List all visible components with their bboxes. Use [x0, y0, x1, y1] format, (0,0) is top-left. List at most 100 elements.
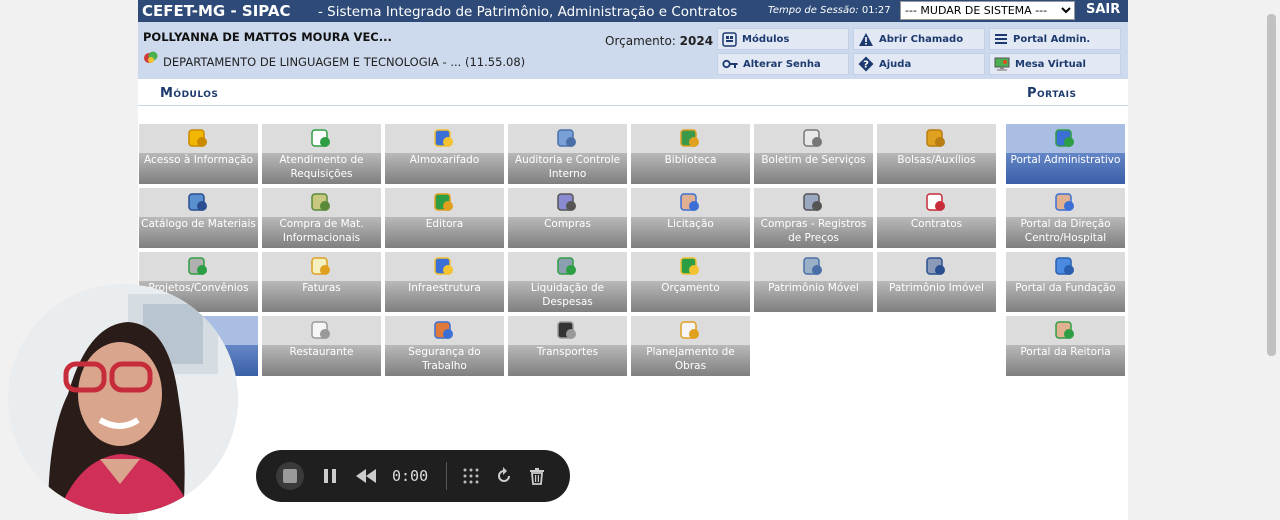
tile-portal-da-direcao-centro-hospital[interactable]: Portal da Direção Centro/Hospital [1006, 188, 1125, 248]
tile-label: Auditoria e Controle Interno [514, 154, 621, 180]
app-subtitle: - Sistema Integrado de Patrimônio, Admin… [318, 4, 738, 20]
tile-bolsas-auxilios[interactable]: Bolsas/Auxílios [877, 124, 996, 184]
help-button[interactable]: ? Ajuda [853, 53, 985, 75]
tile-boletim-de-servicos[interactable]: Boletim de Serviços [754, 124, 873, 184]
tile-label: Restaurante [289, 346, 354, 358]
budget-year-value: 2024 [679, 34, 714, 48]
tile-orcamento[interactable]: Orçamento [631, 252, 750, 312]
tile-almoxarifado[interactable]: Almoxarifado [385, 124, 504, 184]
session-timer: Tempo de Sessão: 01:27 [768, 5, 891, 16]
virtual-desk-label: Mesa Virtual [1015, 58, 1086, 70]
pause-button[interactable] [316, 462, 344, 490]
session-label: Tempo de Sessão: [768, 5, 859, 16]
recorder-divider [446, 462, 447, 490]
tile-faturas[interactable]: Faturas [262, 252, 381, 312]
tile-biblioteca[interactable]: Biblioteca [631, 124, 750, 184]
person-icon [1053, 318, 1077, 342]
tile-restaurante[interactable]: Restaurante [262, 316, 381, 376]
restart-button[interactable] [490, 462, 518, 490]
admin-portal-label: Portal Admin. [1013, 33, 1091, 45]
help-icon: ? [858, 56, 874, 72]
tile-editora[interactable]: Editora [385, 188, 504, 248]
catalog-icon [186, 190, 210, 214]
tile-label: Infraestrutura [408, 282, 481, 294]
open-ticket-button[interactable]: Abrir Chamado [853, 28, 985, 50]
tile-label: Editora [425, 218, 464, 230]
tile-transportes[interactable]: Transportes [508, 316, 627, 376]
planning-icon [678, 318, 702, 342]
warning-icon [859, 32, 873, 46]
tile-label: Orçamento [661, 282, 720, 294]
page-scrollbar[interactable] [1263, 0, 1280, 520]
people-icon [1053, 190, 1077, 214]
dots-grid-icon [463, 468, 479, 484]
tile-portal-da-reitoria[interactable]: Portal da Reitoria [1006, 316, 1125, 376]
wheel-icon [555, 318, 579, 342]
sipac-window: CEFET-MG - SIPAC - Sistema Integrado de … [138, 0, 1128, 520]
safety-worker-icon [432, 318, 456, 342]
stop-icon [276, 462, 304, 490]
folder-icon [924, 126, 948, 150]
tile-label: Boletim de Serviços [761, 154, 866, 166]
tile-patrimonio-imovel[interactable]: Patrimônio Imóvel [877, 252, 996, 312]
tile-compra-de-mat-informacionais[interactable]: Compra de Mat. Informacionais [262, 188, 381, 248]
delete-button[interactable] [523, 462, 551, 490]
change-password-label: Alterar Senha [743, 58, 821, 70]
people-icon [678, 190, 702, 214]
virtual-desk-button[interactable]: Mesa Virtual [989, 53, 1121, 75]
system-select[interactable]: --- MUDAR DE SISTEMA --- [900, 1, 1075, 20]
modules-button[interactable]: Módulos [717, 28, 849, 50]
department-icon[interactable] [143, 49, 159, 65]
admin-portal-button[interactable]: Portal Admin. [989, 28, 1121, 50]
price-register-icon [801, 190, 825, 214]
menu-icon [995, 34, 1007, 44]
recording-time: 0:00 [392, 467, 429, 485]
tile-label: Compra de Mat. Informacionais [279, 218, 364, 244]
tile-label: Portal Administrativo [1010, 154, 1121, 166]
cart-money-icon [555, 254, 579, 278]
restart-icon [498, 467, 510, 482]
app-title: CEFET-MG - SIPAC [142, 2, 291, 20]
tile-compras[interactable]: Compras [508, 188, 627, 248]
scrollbar-thumb[interactable] [1267, 14, 1276, 356]
org-chart-icon [1053, 126, 1077, 150]
exit-link[interactable]: SAIR [1086, 2, 1120, 17]
document-check-icon [309, 126, 333, 150]
monitor-icon [994, 57, 1010, 71]
cup-icon [309, 318, 333, 342]
budget-label: Orçamento: [605, 34, 676, 48]
tile-acesso-a-informacao[interactable]: Acesso à Informação [139, 124, 258, 184]
tile-planejamento-de-obras[interactable]: Planejamento de Obras [631, 316, 750, 376]
tile-label: Transportes [536, 346, 599, 358]
tile-infraestrutura[interactable]: Infraestrutura [385, 252, 504, 312]
pause-icon [324, 469, 336, 483]
tile-liquidacao-de-despesas[interactable]: Liquidação de Despesas [508, 252, 627, 312]
modules-button-label: Módulos [742, 33, 790, 45]
tile-label: Faturas [302, 282, 341, 294]
worker-icon [432, 254, 456, 278]
tile-catalogo-de-materiais[interactable]: Catálogo de Materiais [139, 188, 258, 248]
rewind-button[interactable] [352, 462, 380, 490]
rewind-icon [356, 469, 376, 483]
portals-section-title: Portais [1027, 86, 1077, 101]
tile-compras-registros-de-precos[interactable]: Compras - Registros de Preços [754, 188, 873, 248]
tile-patrimonio-movel[interactable]: Patrimônio Móvel [754, 252, 873, 312]
budget-year: Orçamento: 2024 [605, 34, 713, 48]
boxes-icon [432, 126, 456, 150]
tile-portal-administrativo[interactable]: Portal Administrativo [1006, 124, 1125, 184]
tile-seguranca-do-trabalho[interactable]: Segurança do Trabalho [385, 316, 504, 376]
modules-section-title: Módulos [160, 86, 219, 101]
change-password-button[interactable]: Alterar Senha [717, 53, 849, 75]
tile-portal-da-fundacao[interactable]: Portal da Fundação [1006, 252, 1125, 312]
grid-button[interactable] [457, 462, 485, 490]
webcam-person-image [8, 284, 238, 514]
tile-licitacao[interactable]: Licitação [631, 188, 750, 248]
tile-label: Portal da Fundação [1015, 282, 1116, 294]
tile-atendimento-de-requisicoes[interactable]: Atendimento de Requisições [262, 124, 381, 184]
tile-contratos[interactable]: Contratos [877, 188, 996, 248]
cart-icon [555, 190, 579, 214]
tile-auditoria-e-controle-interno[interactable]: Auditoria e Controle Interno [508, 124, 627, 184]
furniture-icon [801, 254, 825, 278]
stop-button[interactable] [276, 462, 304, 490]
purchase-icon [309, 190, 333, 214]
